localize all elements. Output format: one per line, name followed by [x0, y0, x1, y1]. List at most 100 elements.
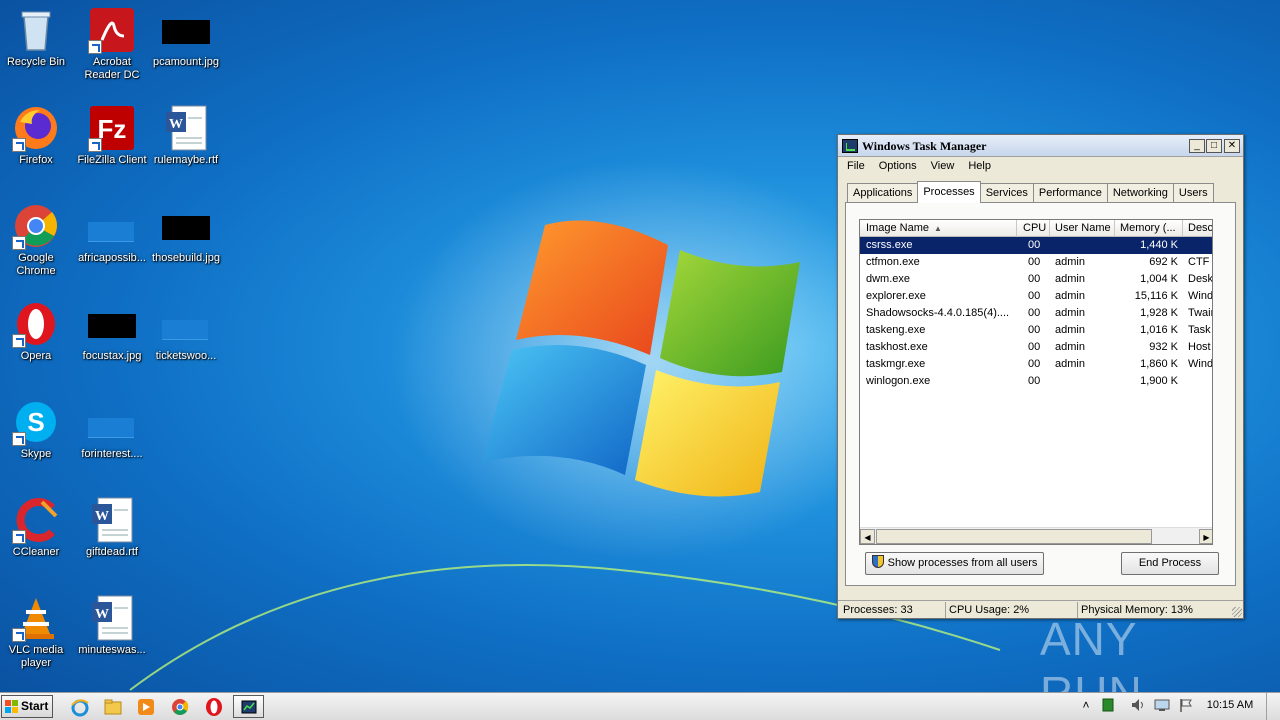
desktop-icon-chrome[interactable]: Google Chrome: [0, 202, 76, 278]
taskbar-clock[interactable]: 10:15 AM: [1200, 699, 1260, 711]
menu-file[interactable]: File: [838, 158, 872, 172]
start-button[interactable]: Start: [1, 695, 53, 718]
process-description: Task: [1188, 324, 1211, 336]
desktop-icon-ccleaner[interactable]: CCleaner: [0, 496, 76, 559]
table-row[interactable]: explorer.exe 00 admin 15,116 K Wind: [860, 288, 1212, 305]
process-cpu: 00: [1028, 341, 1041, 353]
process-user: admin: [1055, 273, 1085, 285]
recycle-bin-icon: [12, 6, 60, 54]
desktop-icon-africapossib[interactable]: africapossib...: [72, 202, 152, 265]
shortcut-arrow-icon: [12, 236, 26, 250]
action-center-flag-icon[interactable]: [1178, 697, 1194, 713]
column-memory[interactable]: Memory (...: [1120, 222, 1182, 234]
desktop-icon-minuteswas[interactable]: W minuteswas...: [72, 594, 152, 657]
table-row[interactable]: Shadowsocks-4.4.0.185(4).... 00 admin 1,…: [860, 305, 1212, 322]
image-file-icon: [162, 6, 210, 54]
desktop-icon-vlc[interactable]: VLC media player: [0, 594, 76, 670]
desktop-icon-label: africapossib...: [78, 252, 146, 264]
desktop-icon-opera[interactable]: Opera: [0, 300, 76, 363]
svg-text:W: W: [95, 607, 109, 622]
process-user: admin: [1055, 324, 1085, 336]
taskbar-task-manager-button[interactable]: [233, 695, 264, 718]
desktop-icon-giftdead[interactable]: W giftdead.rtf: [72, 496, 152, 559]
menu-options[interactable]: Options: [872, 158, 924, 172]
desktop-icon-label: VLC media player: [8, 644, 64, 669]
maximize-button[interactable]: □: [1206, 139, 1222, 153]
menu-help[interactable]: Help: [961, 158, 998, 172]
close-button[interactable]: ✕: [1224, 139, 1240, 153]
desktop-icon-filezilla[interactable]: Fz FileZilla Client: [72, 104, 152, 167]
table-row[interactable]: taskhost.exe 00 admin 932 K Host: [860, 339, 1212, 356]
desktop-icon-ticketswoo[interactable]: ticketswoo...: [146, 300, 226, 363]
show-all-processes-button[interactable]: Show processes from all users: [865, 552, 1044, 575]
acrobat-icon: [88, 6, 136, 54]
process-description: Desk: [1188, 273, 1213, 285]
resize-grip[interactable]: [1232, 607, 1242, 617]
display-icon[interactable]: [1154, 697, 1170, 713]
table-row[interactable]: winlogon.exe 00 1,900 K: [860, 373, 1212, 390]
menu-view[interactable]: View: [924, 158, 962, 172]
media-player-icon[interactable]: [136, 697, 156, 717]
desktop-icon-label: pcamount.jpg: [152, 56, 220, 68]
end-process-button[interactable]: End Process: [1121, 552, 1219, 575]
scrollbar-thumb[interactable]: [876, 529, 1152, 544]
desktop-icon-focustax[interactable]: focustax.jpg: [72, 300, 152, 363]
file-icon: [162, 300, 210, 348]
desktop-icon-acrobat[interactable]: Acrobat Reader DC: [72, 6, 152, 82]
show-desktop-button[interactable]: [1266, 693, 1280, 720]
desktop-icon-pcamount[interactable]: pcamount.jpg: [146, 6, 226, 69]
filezilla-icon: Fz: [88, 104, 136, 152]
tab-applications[interactable]: Applications: [847, 183, 919, 203]
network-icon[interactable]: [1100, 697, 1116, 713]
table-row[interactable]: ctfmon.exe 00 admin 692 K CTF I: [860, 254, 1212, 271]
image-file-icon: [162, 202, 210, 250]
shortcut-arrow-icon: [12, 138, 26, 152]
title-bar[interactable]: Windows Task Manager _ □ ✕: [838, 135, 1243, 157]
process-user: admin: [1055, 341, 1085, 353]
process-name: taskmgr.exe: [866, 358, 926, 370]
column-cpu[interactable]: CPU: [1023, 222, 1049, 234]
opera-icon[interactable]: [204, 697, 224, 717]
task-manager-window[interactable]: Windows Task Manager _ □ ✕ File Options Vi…: [837, 134, 1244, 619]
desktop-icon-label: Google Chrome: [16, 252, 56, 277]
desktop: Recycle Bin Acrobat Reader DC pcamount.j…: [0, 0, 1280, 692]
chrome-icon[interactable]: [170, 697, 190, 717]
tab-processes[interactable]: Processes: [917, 181, 981, 203]
process-name: winlogon.exe: [866, 375, 931, 387]
speaker-icon[interactable]: [1130, 697, 1146, 713]
process-memory: 1,928 K: [1140, 307, 1178, 319]
process-name: explorer.exe: [866, 290, 926, 302]
desktop-icon-forinterest[interactable]: forinterest....: [72, 398, 152, 461]
process-memory: 1,900 K: [1140, 375, 1178, 387]
column-description[interactable]: Desc: [1188, 222, 1212, 234]
process-name: csrss.exe: [866, 239, 913, 251]
desktop-icon-skype[interactable]: S Skype: [0, 398, 76, 461]
tab-networking[interactable]: Networking: [1106, 183, 1174, 203]
scroll-right-icon[interactable]: ▶: [1199, 529, 1212, 544]
desktop-icon-rulemaybe[interactable]: W rulemaybe.rtf: [146, 104, 226, 167]
table-row[interactable]: taskeng.exe 00 admin 1,016 K Task: [860, 322, 1212, 339]
process-list[interactable]: Image Name ▲ CPU User Name Memory (... D…: [859, 219, 1213, 545]
scroll-left-icon[interactable]: ◀: [860, 529, 875, 544]
process-user: admin: [1055, 358, 1085, 370]
internet-explorer-icon[interactable]: [70, 697, 90, 717]
table-row[interactable]: dwm.exe 00 admin 1,004 K Desk: [860, 271, 1213, 288]
file-explorer-icon[interactable]: [103, 697, 123, 717]
start-label: Start: [21, 699, 49, 713]
process-cpu: 00: [1028, 256, 1041, 268]
minimize-button[interactable]: _: [1189, 139, 1205, 153]
desktop-icon-recycle-bin[interactable]: Recycle Bin: [0, 6, 76, 69]
show-hidden-icons-icon[interactable]: ˄: [1078, 697, 1094, 713]
desktop-icon-label: Skype: [20, 448, 52, 460]
desktop-icon-firefox[interactable]: Firefox: [0, 104, 76, 167]
horizontal-scrollbar[interactable]: ◀ ▶: [860, 527, 1212, 544]
tab-performance[interactable]: Performance: [1032, 183, 1108, 203]
tab-users[interactable]: Users: [1172, 183, 1214, 203]
tab-services[interactable]: Services: [979, 183, 1034, 203]
desktop-icon-thosebuild[interactable]: thosebuild.jpg: [146, 202, 226, 265]
table-row[interactable]: csrss.exe 00 1,440 K: [860, 237, 1212, 254]
window-title: Windows Task Manager: [862, 139, 987, 153]
table-row[interactable]: taskmgr.exe 00 admin 1,860 K Wind: [860, 356, 1212, 373]
column-user-name[interactable]: User Name: [1055, 222, 1117, 234]
process-memory: 932 K: [1149, 341, 1178, 353]
